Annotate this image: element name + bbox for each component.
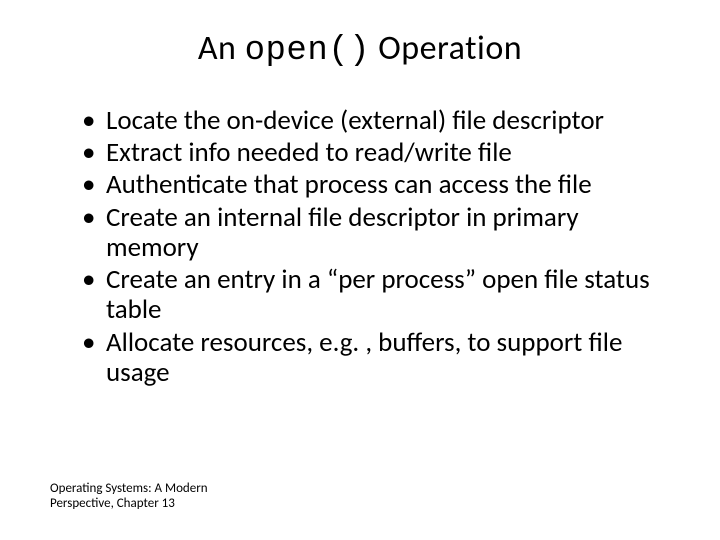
slide-footer: Operating Systems: A Modern Perspective,…: [50, 481, 270, 512]
list-item: Create an entry in a “per process” open …: [88, 265, 670, 325]
slide-title: An open() Operation: [50, 28, 670, 70]
slide: An open() Operation Locate the on-device…: [0, 0, 720, 540]
title-suffix: Operation: [370, 28, 522, 69]
list-item: Create an internal file descriptor in pr…: [88, 203, 670, 263]
list-item: Allocate resources, e.g. , buffers, to s…: [88, 328, 670, 388]
title-code: open(): [245, 32, 370, 70]
bullet-list: Locate the on-device (external) file des…: [50, 106, 670, 388]
list-item: Locate the on-device (external) file des…: [88, 106, 670, 136]
list-item: Extract info needed to read/write file: [88, 138, 670, 168]
title-prefix: An: [198, 28, 245, 69]
list-item: Authenticate that process can access the…: [88, 170, 670, 200]
